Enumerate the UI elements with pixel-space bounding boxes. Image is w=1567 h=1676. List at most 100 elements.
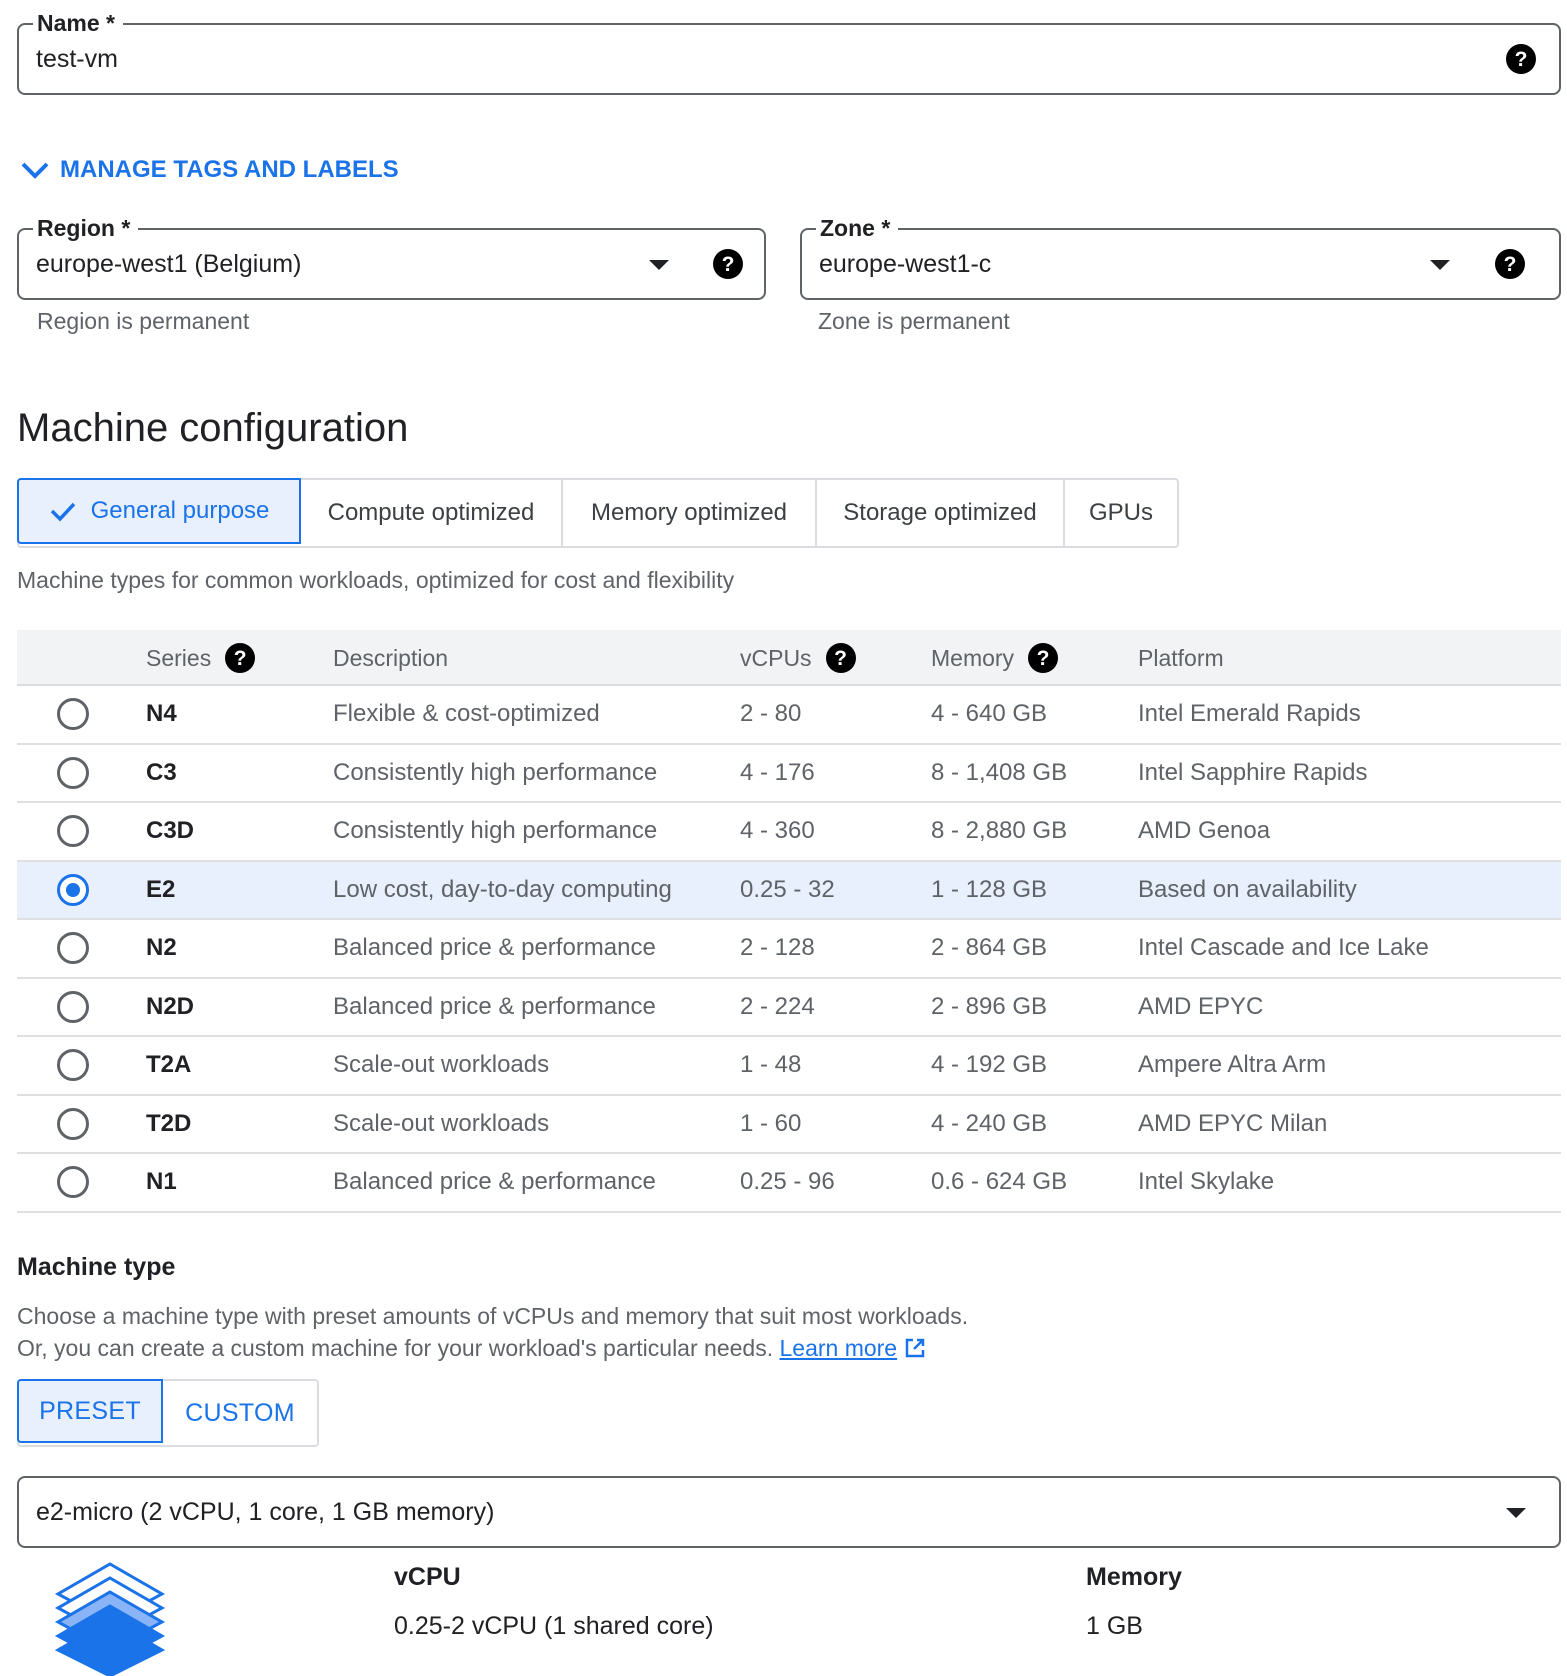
column-header-memory: Memory ? xyxy=(931,630,1059,686)
arrow-drop-down-icon[interactable] xyxy=(1506,1508,1526,1518)
cell-series: N4 xyxy=(146,700,177,728)
cell-platform: Intel Sapphire Rapids xyxy=(1138,758,1368,786)
cell-platform: Ampere Altra Arm xyxy=(1138,1051,1327,1079)
series-radio[interactable] xyxy=(57,873,89,906)
tab-storage-optimized[interactable]: Storage optimized xyxy=(817,480,1065,546)
table-body: N4 Flexible & cost-optimized 2 - 80 4 - 640… xyxy=(17,686,1561,1213)
table-header: Series ? Description vCPUs ? Memory ? Pl… xyxy=(17,630,1561,686)
cell-description: Balanced price & performance xyxy=(333,992,656,1020)
vcpu-header: vCPU xyxy=(394,1563,461,1591)
column-header-platform: Platform xyxy=(1138,644,1224,671)
cell-vcpus: 2 - 80 xyxy=(740,700,802,728)
arrow-drop-down-icon[interactable] xyxy=(1430,260,1450,270)
cell-description: Consistently high performance xyxy=(333,758,658,786)
cell-series: N2D xyxy=(146,992,195,1020)
series-radio[interactable] xyxy=(57,815,89,848)
cell-series: C3D xyxy=(146,817,195,845)
zone-select[interactable]: Zone * europe-west1-c ? xyxy=(800,214,1561,300)
table-row[interactable]: T2A Scale-out workloads 1 - 48 4 - 192 GB Am… xyxy=(17,1037,1561,1096)
machine-type-description-line1: Choose a machine type with preset amount… xyxy=(17,1303,969,1329)
region-hint: Region is permanent xyxy=(37,308,250,334)
open-in-new-icon[interactable] xyxy=(904,1337,926,1359)
region-value: europe-west1 (Belgium) xyxy=(36,249,302,278)
machine-type-title: Machine type xyxy=(17,1253,176,1281)
cell-description: Balanced price & performance xyxy=(333,934,656,962)
cell-description: Flexible & cost-optimized xyxy=(333,700,600,728)
tab-compute-optimized[interactable]: Compute optimized xyxy=(301,480,563,546)
cell-series: N1 xyxy=(146,1168,177,1196)
table-row[interactable]: N2D Balanced price & performance 2 - 224 2 … xyxy=(17,979,1561,1037)
table-row[interactable]: N4 Flexible & cost-optimized 2 - 80 4 - 640… xyxy=(17,686,1561,745)
cell-memory: 4 - 240 GB xyxy=(931,1109,1048,1137)
table-row[interactable]: C3D Consistently high performance 4 - 360 8… xyxy=(17,803,1561,862)
cell-platform: Based on availability xyxy=(1138,875,1357,903)
table-row[interactable]: C3 Consistently high performance 4 - 176 8 … xyxy=(17,745,1561,803)
tab-label: Compute optimized xyxy=(327,499,535,526)
cell-memory: 4 - 192 GB xyxy=(931,1051,1048,1079)
region-select[interactable]: Region * europe-west1 (Belgium) ? xyxy=(17,214,766,300)
series-radio[interactable] xyxy=(57,932,89,965)
series-radio[interactable] xyxy=(57,756,89,789)
series-radio[interactable] xyxy=(57,698,89,731)
help-circle-icon[interactable]: ? xyxy=(1028,643,1059,673)
series-radio[interactable] xyxy=(57,1166,89,1199)
cell-memory: 8 - 2,880 GB xyxy=(931,817,1068,845)
help-circle-icon[interactable]: ? xyxy=(713,249,743,279)
series-radio[interactable] xyxy=(57,1107,89,1140)
cell-vcpus: 0.25 - 32 xyxy=(740,875,835,903)
machine-config-title: Machine configuration xyxy=(17,406,409,450)
layers-stack-icon xyxy=(54,1562,166,1676)
cell-vcpus: 4 - 176 xyxy=(740,758,815,786)
name-field[interactable]: Name * test-vm ? xyxy=(17,9,1561,95)
arrow-drop-down-icon[interactable] xyxy=(649,260,669,270)
tab-gpus[interactable]: GPUs xyxy=(1065,480,1177,546)
machine-type-value: e2-micro (2 vCPU, 1 core, 1 GB memory) xyxy=(36,1497,495,1526)
cell-series: E2 xyxy=(146,875,176,903)
cell-vcpus: 4 - 360 xyxy=(740,817,815,845)
tab-memory-optimized[interactable]: Memory optimized xyxy=(563,480,817,546)
manage-tags-label: MANAGE TAGS AND LABELS xyxy=(60,156,399,183)
cell-series: T2A xyxy=(146,1051,192,1079)
vcpu-value: 0.25-2 vCPU (1 shared core) xyxy=(394,1612,714,1640)
tab-general-purpose[interactable]: General purpose xyxy=(17,478,301,544)
help-circle-icon[interactable]: ? xyxy=(1506,44,1536,74)
cell-vcpus: 2 - 128 xyxy=(740,934,815,962)
help-circle-icon[interactable]: ? xyxy=(825,643,856,673)
table-row[interactable]: N1 Balanced price & performance 0.25 - 96 0… xyxy=(17,1154,1561,1213)
manage-tags-toggle[interactable]: MANAGE TAGS AND LABELS xyxy=(20,152,399,188)
machine-type-description-line2: Or, you can create a custom machine for … xyxy=(17,1332,968,1364)
table-row[interactable]: E2 Low cost, day-to-day computing 0.25 - 3… xyxy=(17,861,1561,920)
table-row[interactable]: T2D Scale-out workloads 1 - 60 4 - 240 GB AM… xyxy=(17,1096,1561,1154)
cell-memory: 1 - 128 GB xyxy=(931,875,1048,903)
preset-button[interactable]: PRESET xyxy=(17,1379,163,1443)
machine-type-mode-toggle: PRESET CUSTOM xyxy=(17,1379,319,1447)
series-table: Series ? Description vCPUs ? Memory ? Pl… xyxy=(17,630,1561,1213)
cell-memory: 2 - 896 GB xyxy=(931,992,1048,1020)
check-icon xyxy=(50,502,75,522)
memory-header: Memory xyxy=(1086,1563,1182,1591)
machine-family-tabs: General purpose Compute optimized Memory… xyxy=(17,478,1179,548)
column-header-series: Series ? xyxy=(146,630,256,686)
cell-description: Low cost, day-to-day computing xyxy=(333,875,672,903)
series-radio[interactable] xyxy=(57,1049,89,1082)
chevron-down-icon xyxy=(21,162,49,179)
cell-platform: AMD EPYC Milan xyxy=(1138,1109,1328,1137)
cell-memory: 0.6 - 624 GB xyxy=(931,1168,1068,1196)
cell-description: Scale-out workloads xyxy=(333,1051,550,1079)
cell-description: Consistently high performance xyxy=(333,817,658,845)
cell-description: Scale-out workloads xyxy=(333,1109,550,1137)
help-circle-icon[interactable]: ? xyxy=(225,643,256,673)
cell-series: N2 xyxy=(146,934,177,962)
cell-memory: 2 - 864 GB xyxy=(931,934,1048,962)
learn-more-link[interactable]: Learn more xyxy=(779,1335,897,1361)
column-header-description: Description xyxy=(333,644,449,671)
series-radio[interactable] xyxy=(57,990,89,1023)
help-circle-icon[interactable]: ? xyxy=(1495,249,1525,279)
machine-type-select[interactable]: e2-micro (2 vCPU, 1 core, 1 GB memory) xyxy=(17,1476,1561,1548)
cell-description: Balanced price & performance xyxy=(333,1168,656,1196)
table-row[interactable]: N2 Balanced price & performance 2 - 128 2 -… xyxy=(17,920,1561,979)
cell-vcpus: 2 - 224 xyxy=(740,992,815,1020)
cell-platform: Intel Emerald Rapids xyxy=(1138,700,1361,728)
name-field-value[interactable]: test-vm xyxy=(36,25,118,93)
custom-button[interactable]: CUSTOM xyxy=(163,1381,317,1445)
